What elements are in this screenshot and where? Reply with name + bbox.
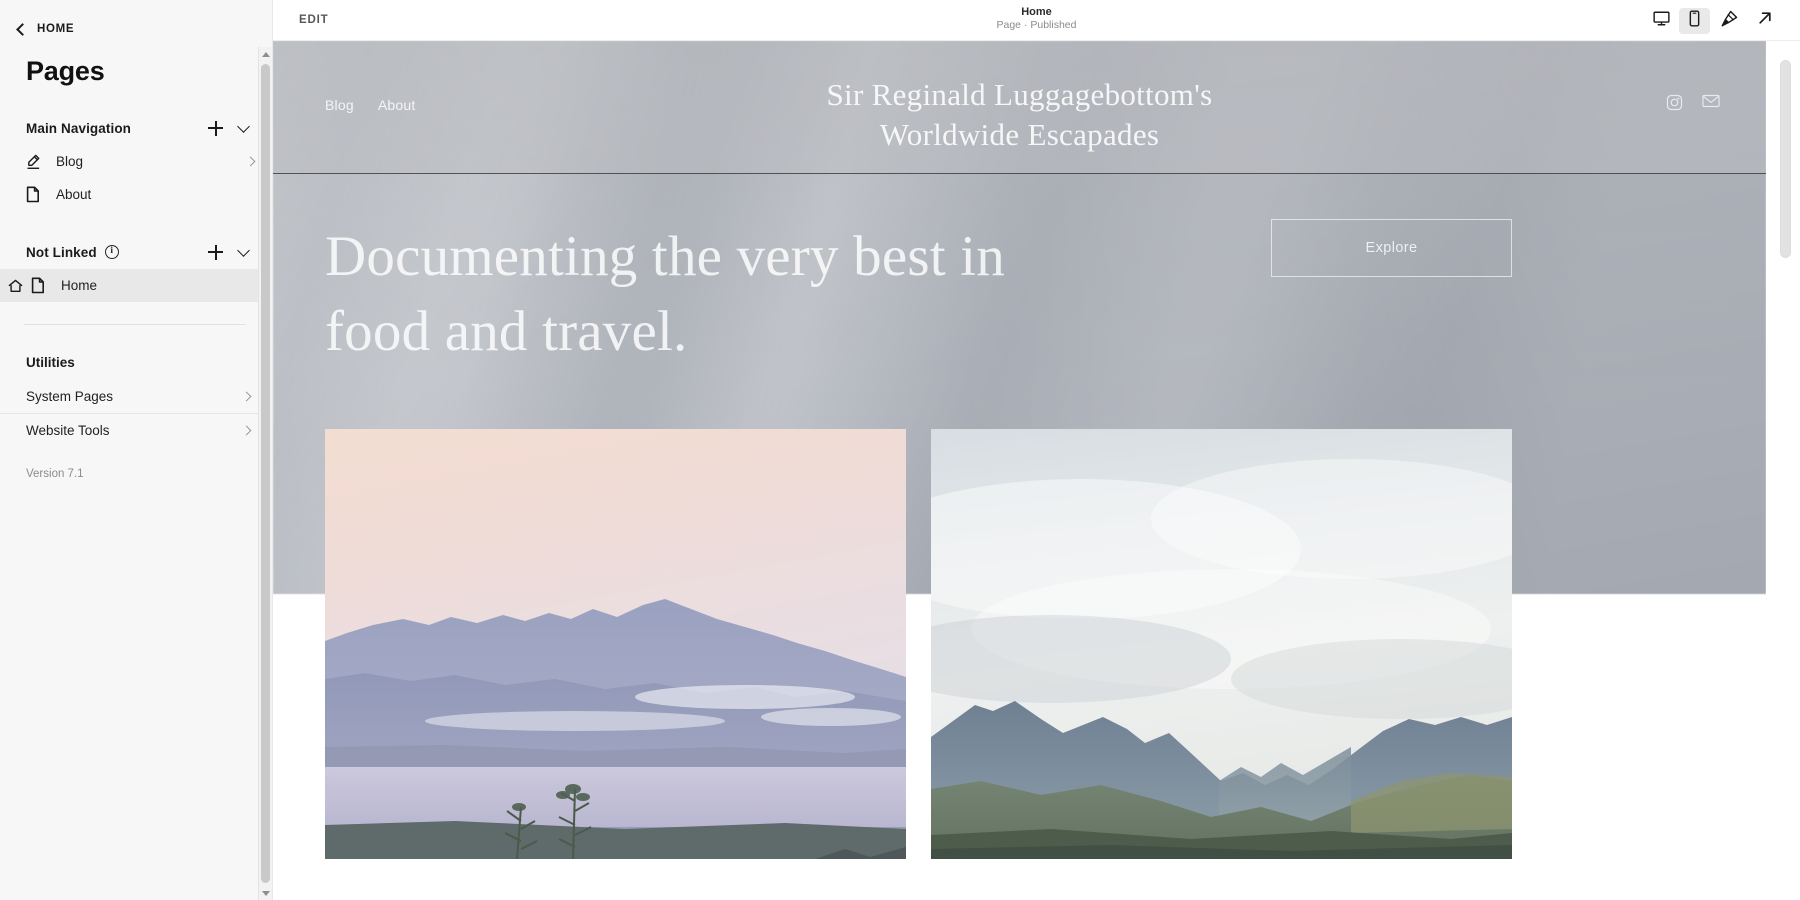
sidebar-item-blog[interactable]: Blog [0,145,272,178]
explore-button-label: Explore [1365,240,1418,256]
chevron-down-icon-main-navigation[interactable] [237,119,250,133]
preview-scroll-track [1771,82,1800,900]
sidebar-item-home[interactable]: Home [0,269,272,302]
preview-panel: EDIT Home Page · Published Blog About Si… [273,0,1800,900]
edit-button[interactable]: EDIT [299,14,328,26]
section-label: Main Navigation [26,120,132,136]
paintbrush-icon [1720,9,1739,33]
photo-grid [325,429,1512,859]
back-label: HOME [37,23,75,35]
chevron-right-icon[interactable] [245,156,256,167]
lake-mountains-dusk-photo[interactable] [325,429,906,859]
site-title-line2: Worldwide Escapades [879,117,1160,153]
sidebar-item-system-pages[interactable]: System Pages [0,380,272,413]
version-label: Version 7.1 [26,468,84,480]
site-preview-viewport: Blog About Sir Reginald Luggagebottom's … [273,41,1800,900]
section-label: Not Linked [26,244,97,260]
site-header: Blog About Sir Reginald Luggagebottom's … [273,41,1766,174]
toolbar-actions [1646,0,1782,41]
scroll-up-button[interactable] [259,47,272,61]
page-icon [26,186,46,203]
home-icon [8,279,25,293]
info-icon[interactable]: i [104,245,119,259]
sidebar-item-label: Website Tools [26,422,110,438]
site-canvas: Blog About Sir Reginald Luggagebottom's … [273,41,1766,900]
instagram-icon[interactable] [1666,94,1683,111]
page-icon [31,277,51,294]
page-name: Home [1021,6,1052,18]
email-icon[interactable] [1702,94,1720,111]
site-title-line1: Sir Reginald Luggagebottom's [826,77,1213,112]
site-title: Sir Reginald Luggagebottom's Worldwide E… [273,75,1766,156]
sidebar-scrollbar-thumb[interactable] [261,64,270,883]
section-header-not-linked: Not Linked i [0,235,272,269]
sidebar-item-label: Home [61,278,98,293]
scroll-down-button[interactable] [259,886,272,900]
back-to-home-button[interactable]: HOME [0,0,272,42]
page-meta: Home Page · Published [273,5,1800,33]
explore-button[interactable]: Explore [1271,219,1512,277]
hero-heading-line2: food and travel. [325,300,688,364]
sidebar-divider [24,324,246,325]
sidebar-item-website-tools[interactable]: Website Tools [0,413,272,446]
hero-heading-line1: Documenting the very best in [325,225,1005,288]
chevron-right-icon[interactable] [241,391,252,402]
section-header-main-navigation: Main Navigation [0,111,272,145]
sidebar-item-about[interactable]: About [0,178,272,211]
monitor-icon [1653,10,1670,32]
chevron-right-icon[interactable] [241,425,252,435]
add-page-button-main-navigation[interactable] [208,120,223,136]
editor-toolbar: EDIT Home Page · Published [273,0,1800,41]
triangle-down-icon [261,890,270,896]
mobile-view-button[interactable] [1679,7,1710,34]
page-editor-window: HOME Pages Main Navigation Blog About No… [0,0,1800,900]
sidebar-scrollbar[interactable] [258,47,272,900]
open-in-new-window-button[interactable] [1748,6,1782,36]
hero-heading: Documenting the very best in food and tr… [325,219,1005,369]
add-page-button-not-linked[interactable] [208,244,223,260]
sidebar-item-label: About [56,187,92,202]
social-links [1666,94,1720,111]
chevron-left-icon [16,22,29,36]
page-status: Page · Published [996,19,1077,32]
phone-icon [1687,10,1702,32]
pen-icon [26,154,46,170]
chevron-down-icon-not-linked[interactable] [237,243,250,257]
desktop-view-button[interactable] [1646,8,1677,34]
sidebar-item-label: Blog [56,154,84,169]
page-title: Pages [26,56,105,86]
arrow-up-right-icon [1756,9,1774,32]
utilities-heading: Utilities [26,355,75,370]
sidebar-item-label: System Pages [26,389,114,404]
pages-sidebar: HOME Pages Main Navigation Blog About No… [0,0,273,900]
cloudy-valley-mountains-photo[interactable] [931,429,1512,859]
triangle-up-icon [261,51,270,57]
style-editor-button[interactable] [1712,6,1746,36]
